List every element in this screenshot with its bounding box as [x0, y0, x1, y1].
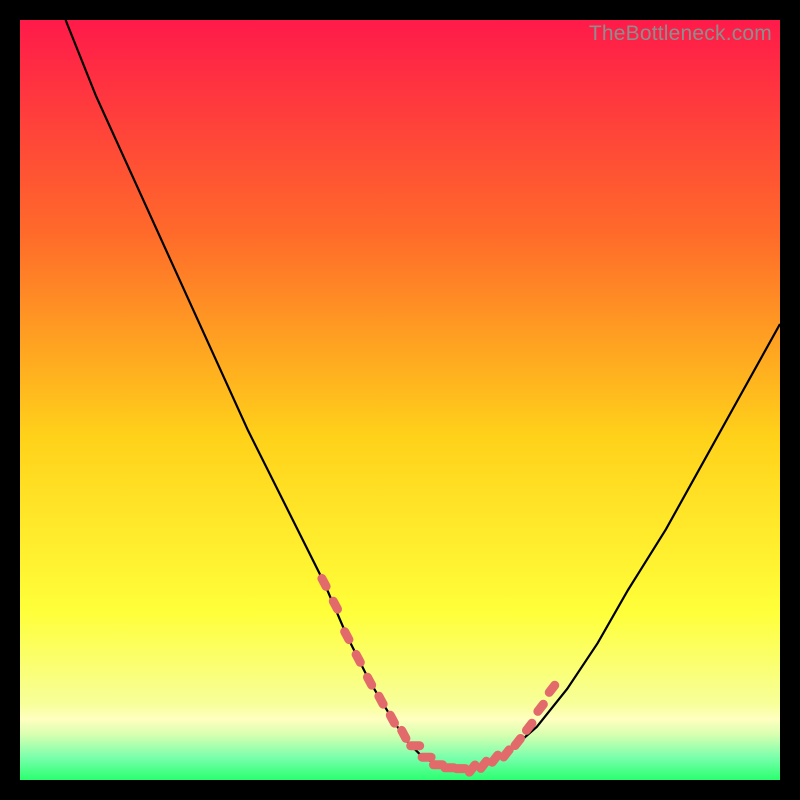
gradient-background [20, 20, 780, 780]
bottleneck-chart [20, 20, 780, 780]
range-marker [406, 741, 424, 750]
chart-frame: TheBottleneck.com [20, 20, 780, 780]
watermark-text: TheBottleneck.com [589, 22, 772, 46]
